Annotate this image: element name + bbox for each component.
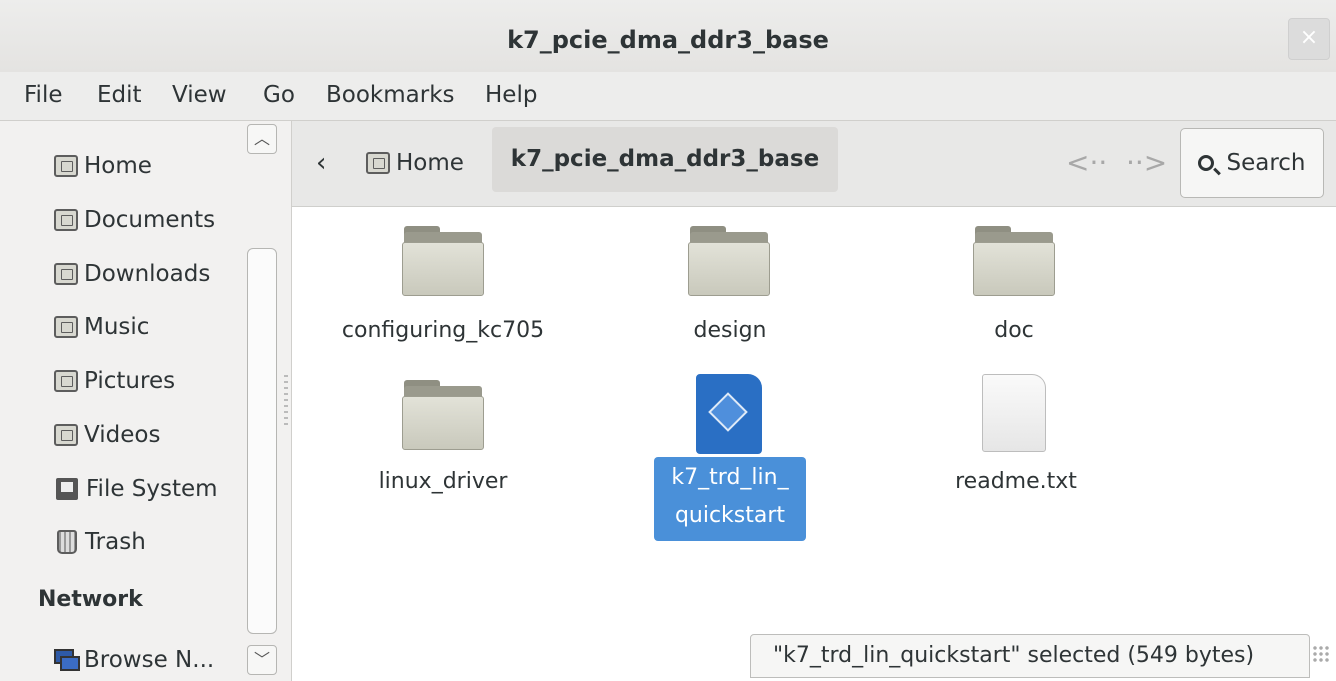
menu-help[interactable]: Help <box>485 82 537 108</box>
sidebar-item-label: Documents <box>84 207 216 233</box>
sidebar-item-label: Music <box>84 314 150 340</box>
sidebar-item-file-system[interactable]: File System <box>54 474 218 504</box>
close-button[interactable]: × <box>1288 18 1330 60</box>
trash-icon <box>57 530 77 554</box>
file-label-doc[interactable]: doc <box>912 318 1116 343</box>
chevron-left-icon[interactable]: ‹ <box>316 148 326 178</box>
executable-file-icon[interactable] <box>696 374 762 454</box>
home-folder-icon <box>366 152 390 174</box>
sidebar-item-label: File System <box>86 476 218 502</box>
forward-arrow-icon[interactable]: ··> <box>1126 146 1167 179</box>
folder-icon[interactable] <box>973 226 1055 296</box>
menu-file[interactable]: File <box>24 82 63 108</box>
network-section-label: Network <box>38 587 143 612</box>
scroll-down-button[interactable]: ﹀ <box>247 645 277 675</box>
sidebar-item-label: Trash <box>85 529 146 555</box>
file-label-selected[interactable]: k7_trd_lin_ quickstart <box>654 457 806 541</box>
resize-grip[interactable] <box>1312 645 1330 663</box>
breadcrumb-home[interactable]: Home <box>366 150 464 176</box>
menu-go[interactable]: Go <box>263 82 295 108</box>
home-folder-icon <box>54 155 78 177</box>
sidebar: Home Documents Downloads Music Pictures … <box>0 121 292 681</box>
sidebar-item-label: Browse N... <box>84 647 215 673</box>
breadcrumb-current[interactable]: k7_pcie_dma_ddr3_base <box>492 127 838 192</box>
sidebar-item-label: Downloads <box>84 261 211 287</box>
menu-edit[interactable]: Edit <box>97 82 142 108</box>
file-label-design[interactable]: design <box>628 318 832 343</box>
videos-folder-icon <box>54 424 78 446</box>
music-folder-icon <box>54 316 78 338</box>
search-label: Search <box>1226 150 1306 176</box>
window-title: k7_pcie_dma_ddr3_base <box>507 26 829 54</box>
text-file-icon[interactable] <box>982 374 1046 452</box>
search-button[interactable]: Search <box>1180 128 1324 198</box>
folder-icon[interactable] <box>402 380 484 450</box>
sidebar-resize-grip[interactable] <box>284 375 288 425</box>
sidebar-item-label: Videos <box>84 422 161 448</box>
title-bar[interactable]: k7_pcie_dma_ddr3_base × <box>0 0 1336 72</box>
breadcrumb-home-label: Home <box>396 150 464 176</box>
file-label-linux-driver[interactable]: linux_driver <box>338 469 548 494</box>
file-label-line: quickstart <box>674 503 786 528</box>
file-manager-window: k7_pcie_dma_ddr3_base × File Edit View G… <box>0 0 1336 681</box>
scroll-up-button[interactable]: ︿ <box>247 124 277 154</box>
menu-view[interactable]: View <box>172 82 227 108</box>
folder-icon[interactable] <box>402 226 484 296</box>
back-arrow-icon[interactable]: <·· <box>1066 146 1107 179</box>
file-label-line: k7_trd_lin_ <box>671 465 789 490</box>
sidebar-item-downloads[interactable]: Downloads <box>54 259 210 289</box>
sidebar-item-music[interactable]: Music <box>54 312 149 342</box>
folder-icon[interactable] <box>688 226 770 296</box>
file-label-configuring[interactable]: configuring_kc705 <box>318 318 568 343</box>
sidebar-item-trash[interactable]: Trash <box>54 527 146 557</box>
sidebar-item-documents[interactable]: Documents <box>54 205 215 235</box>
menu-bookmarks[interactable]: Bookmarks <box>326 82 455 108</box>
sidebar-item-videos[interactable]: Videos <box>54 420 160 450</box>
network-icon <box>54 649 80 671</box>
sidebar-item-label: Pictures <box>84 368 176 394</box>
documents-folder-icon <box>54 209 78 231</box>
downloads-folder-icon <box>54 263 78 285</box>
search-icon <box>1198 155 1215 171</box>
sidebar-scrollbar-thumb[interactable] <box>247 248 277 634</box>
sidebar-item-label: Home <box>84 153 152 179</box>
menu-bar: File Edit View Go Bookmarks Help <box>0 72 1336 121</box>
sidebar-item-pictures[interactable]: Pictures <box>54 366 175 396</box>
drive-icon <box>56 478 78 500</box>
file-label-readme[interactable]: readme.txt <box>914 469 1118 494</box>
sidebar-item-home[interactable]: Home <box>54 151 152 181</box>
sidebar-item-browse-network[interactable]: Browse N... <box>54 645 214 675</box>
status-bar: "k7_trd_lin_quickstart" selected (549 by… <box>750 634 1310 678</box>
pictures-folder-icon <box>54 370 78 392</box>
